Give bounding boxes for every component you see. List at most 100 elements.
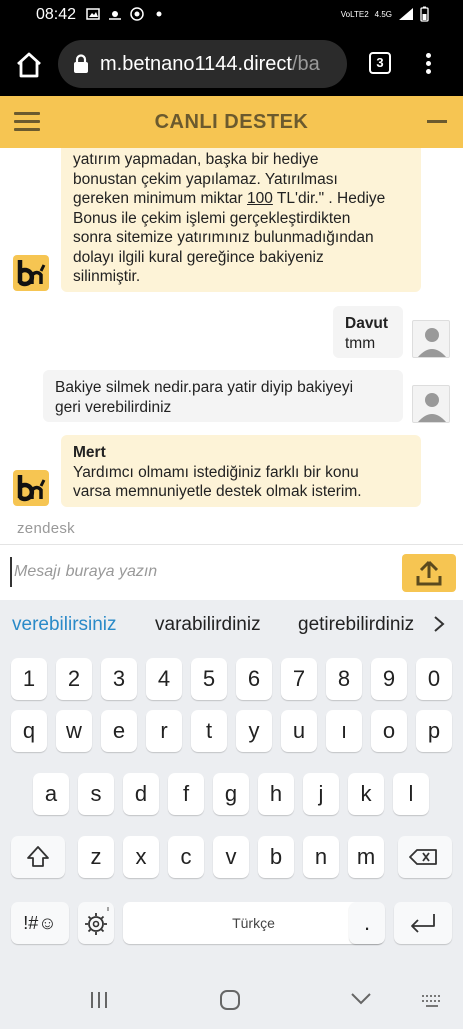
enter-key[interactable] bbox=[394, 902, 452, 944]
keyboard: 1 2 3 4 5 6 7 8 9 0 q w e r t y u ı o p … bbox=[0, 650, 463, 970]
key-e[interactable]: e bbox=[101, 710, 137, 752]
tab-switcher-button[interactable]: 3 bbox=[369, 52, 391, 74]
backspace-icon bbox=[409, 849, 437, 865]
key-p[interactable]: p bbox=[416, 710, 452, 752]
browser-menu-button[interactable] bbox=[423, 50, 433, 78]
key-8[interactable]: 8 bbox=[326, 658, 362, 700]
address-bar[interactable]: m.betnano1144.direct/ba bbox=[58, 40, 347, 88]
key-k[interactable]: k bbox=[348, 773, 384, 815]
chat-messages[interactable]: yatırım yapmadan, başka bir hediye bonus… bbox=[0, 148, 463, 544]
home-icon[interactable] bbox=[14, 50, 44, 80]
message-line: dolayı ilgili kural gereğince bakiyeniz bbox=[73, 248, 324, 266]
key-w[interactable]: w bbox=[56, 710, 92, 752]
period-key[interactable]: . bbox=[349, 902, 385, 944]
chat-message-agent: yatırım yapmadan, başka bir hediye bonus… bbox=[61, 148, 421, 292]
message-line: silinmiştir. bbox=[73, 268, 141, 285]
key-3[interactable]: 3 bbox=[101, 658, 137, 700]
key-z[interactable]: z bbox=[78, 836, 114, 878]
key-b[interactable]: b bbox=[258, 836, 294, 878]
browser-toolbar: m.betnano1144.direct/ba 3 bbox=[0, 32, 463, 96]
key-j[interactable]: j bbox=[303, 773, 339, 815]
recent-apps-icon[interactable] bbox=[88, 990, 110, 1010]
notification-icons bbox=[86, 7, 166, 21]
key-u[interactable]: u bbox=[281, 710, 317, 752]
battery-icon bbox=[420, 6, 429, 22]
shift-icon bbox=[27, 846, 49, 867]
key-f[interactable]: f bbox=[168, 773, 204, 815]
suggestion-item[interactable]: verebilirsiniz bbox=[12, 614, 117, 636]
suggestion-item[interactable]: varabilirdiniz bbox=[155, 614, 261, 636]
message-line: bonustan çekim yapılamaz. Yatırılması bbox=[73, 170, 338, 188]
key-x[interactable]: x bbox=[123, 836, 159, 878]
status-bar: 08:42 VoLTE2 4.5G bbox=[0, 0, 463, 32]
key-l[interactable]: l bbox=[393, 773, 429, 815]
status-right-icons: VoLTE2 4.5G bbox=[341, 6, 429, 22]
key-d[interactable]: d bbox=[123, 773, 159, 815]
status-time: 08:42 bbox=[36, 6, 77, 23]
shift-key[interactable] bbox=[11, 836, 65, 878]
dot-icon bbox=[156, 11, 162, 17]
minimize-icon[interactable] bbox=[427, 120, 447, 123]
key-n[interactable]: n bbox=[303, 836, 339, 878]
key-c[interactable]: c bbox=[168, 836, 204, 878]
message-text: tmm bbox=[345, 334, 376, 352]
key-9[interactable]: 9 bbox=[371, 658, 407, 700]
key-r[interactable]: r bbox=[146, 710, 182, 752]
back-chevron-down-icon[interactable] bbox=[349, 991, 373, 1007]
key-7[interactable]: 7 bbox=[281, 658, 317, 700]
message-composer bbox=[0, 544, 463, 600]
suggestion-item[interactable]: getirebilirdiniz bbox=[298, 614, 414, 636]
key-q[interactable]: q bbox=[11, 710, 47, 752]
chat-header: CANLI DESTEK bbox=[0, 96, 463, 148]
symbols-key[interactable]: !#☺ bbox=[11, 902, 69, 944]
key-v[interactable]: v bbox=[213, 836, 249, 878]
keyboard-suggestions: verebilirsiniz varabilirdiniz getirebili… bbox=[0, 600, 463, 650]
navigation-bar bbox=[0, 970, 463, 1029]
key-5[interactable]: 5 bbox=[191, 658, 227, 700]
key-0[interactable]: 0 bbox=[416, 658, 452, 700]
lte-label: VoLTE2 bbox=[340, 9, 369, 19]
key-h[interactable]: h bbox=[258, 773, 294, 815]
keyboard-switch-icon[interactable] bbox=[421, 994, 443, 1008]
key-4[interactable]: 4 bbox=[146, 658, 182, 700]
enter-icon bbox=[411, 914, 435, 933]
message-line: varsa memnuniyetle destek olmak isterim. bbox=[73, 483, 362, 500]
key-a[interactable]: a bbox=[33, 773, 69, 815]
user-avatar-icon bbox=[412, 385, 450, 423]
key-m[interactable]: m bbox=[348, 836, 384, 878]
gear-icon bbox=[85, 907, 109, 935]
key-s[interactable]: s bbox=[78, 773, 114, 815]
key-y[interactable]: y bbox=[236, 710, 272, 752]
backspace-key[interactable] bbox=[398, 836, 452, 878]
upload-button[interactable] bbox=[402, 554, 456, 592]
lock-icon bbox=[74, 54, 88, 73]
home-nav-icon[interactable] bbox=[219, 989, 241, 1011]
network-label: 4.5G bbox=[374, 9, 392, 19]
zendesk-branding[interactable]: zendesk bbox=[17, 520, 75, 537]
chat-title: CANLI DESTEK bbox=[154, 111, 309, 133]
message-input[interactable] bbox=[10, 557, 390, 587]
chevron-right-icon[interactable] bbox=[432, 614, 446, 634]
message-line: gereken minimum miktar 100 TL'dir." . He… bbox=[73, 190, 386, 207]
weather-icon bbox=[109, 11, 121, 20]
sender-name: Davut bbox=[345, 315, 389, 332]
signal-icon bbox=[399, 8, 413, 20]
settings-key[interactable] bbox=[78, 902, 114, 944]
message-line: sonra sitemize yatırımınız bulunmadığınd… bbox=[73, 229, 374, 246]
chat-message-agent: Mert Yardımcı olmamı istediğiniz farklı … bbox=[61, 435, 421, 507]
key-t[interactable]: t bbox=[191, 710, 227, 752]
message-line: geri verebilirdiniz bbox=[55, 398, 172, 416]
key-1[interactable]: 1 bbox=[11, 658, 47, 700]
message-line: Bonus ile çekim işlemi gerçekleştirdikte… bbox=[73, 209, 351, 227]
key-dotless-i[interactable]: ı bbox=[326, 710, 362, 752]
chrome-icon bbox=[130, 7, 144, 21]
image-icon bbox=[86, 8, 100, 20]
key-o[interactable]: o bbox=[371, 710, 407, 752]
upload-icon bbox=[416, 560, 442, 586]
key-2[interactable]: 2 bbox=[56, 658, 92, 700]
space-key[interactable]: Türkçe bbox=[123, 902, 384, 944]
key-6[interactable]: 6 bbox=[236, 658, 272, 700]
agent-logo-icon bbox=[13, 255, 49, 291]
message-line: Yardımcı olmamı istediğiniz farklı bir k… bbox=[73, 463, 359, 481]
key-g[interactable]: g bbox=[213, 773, 249, 815]
